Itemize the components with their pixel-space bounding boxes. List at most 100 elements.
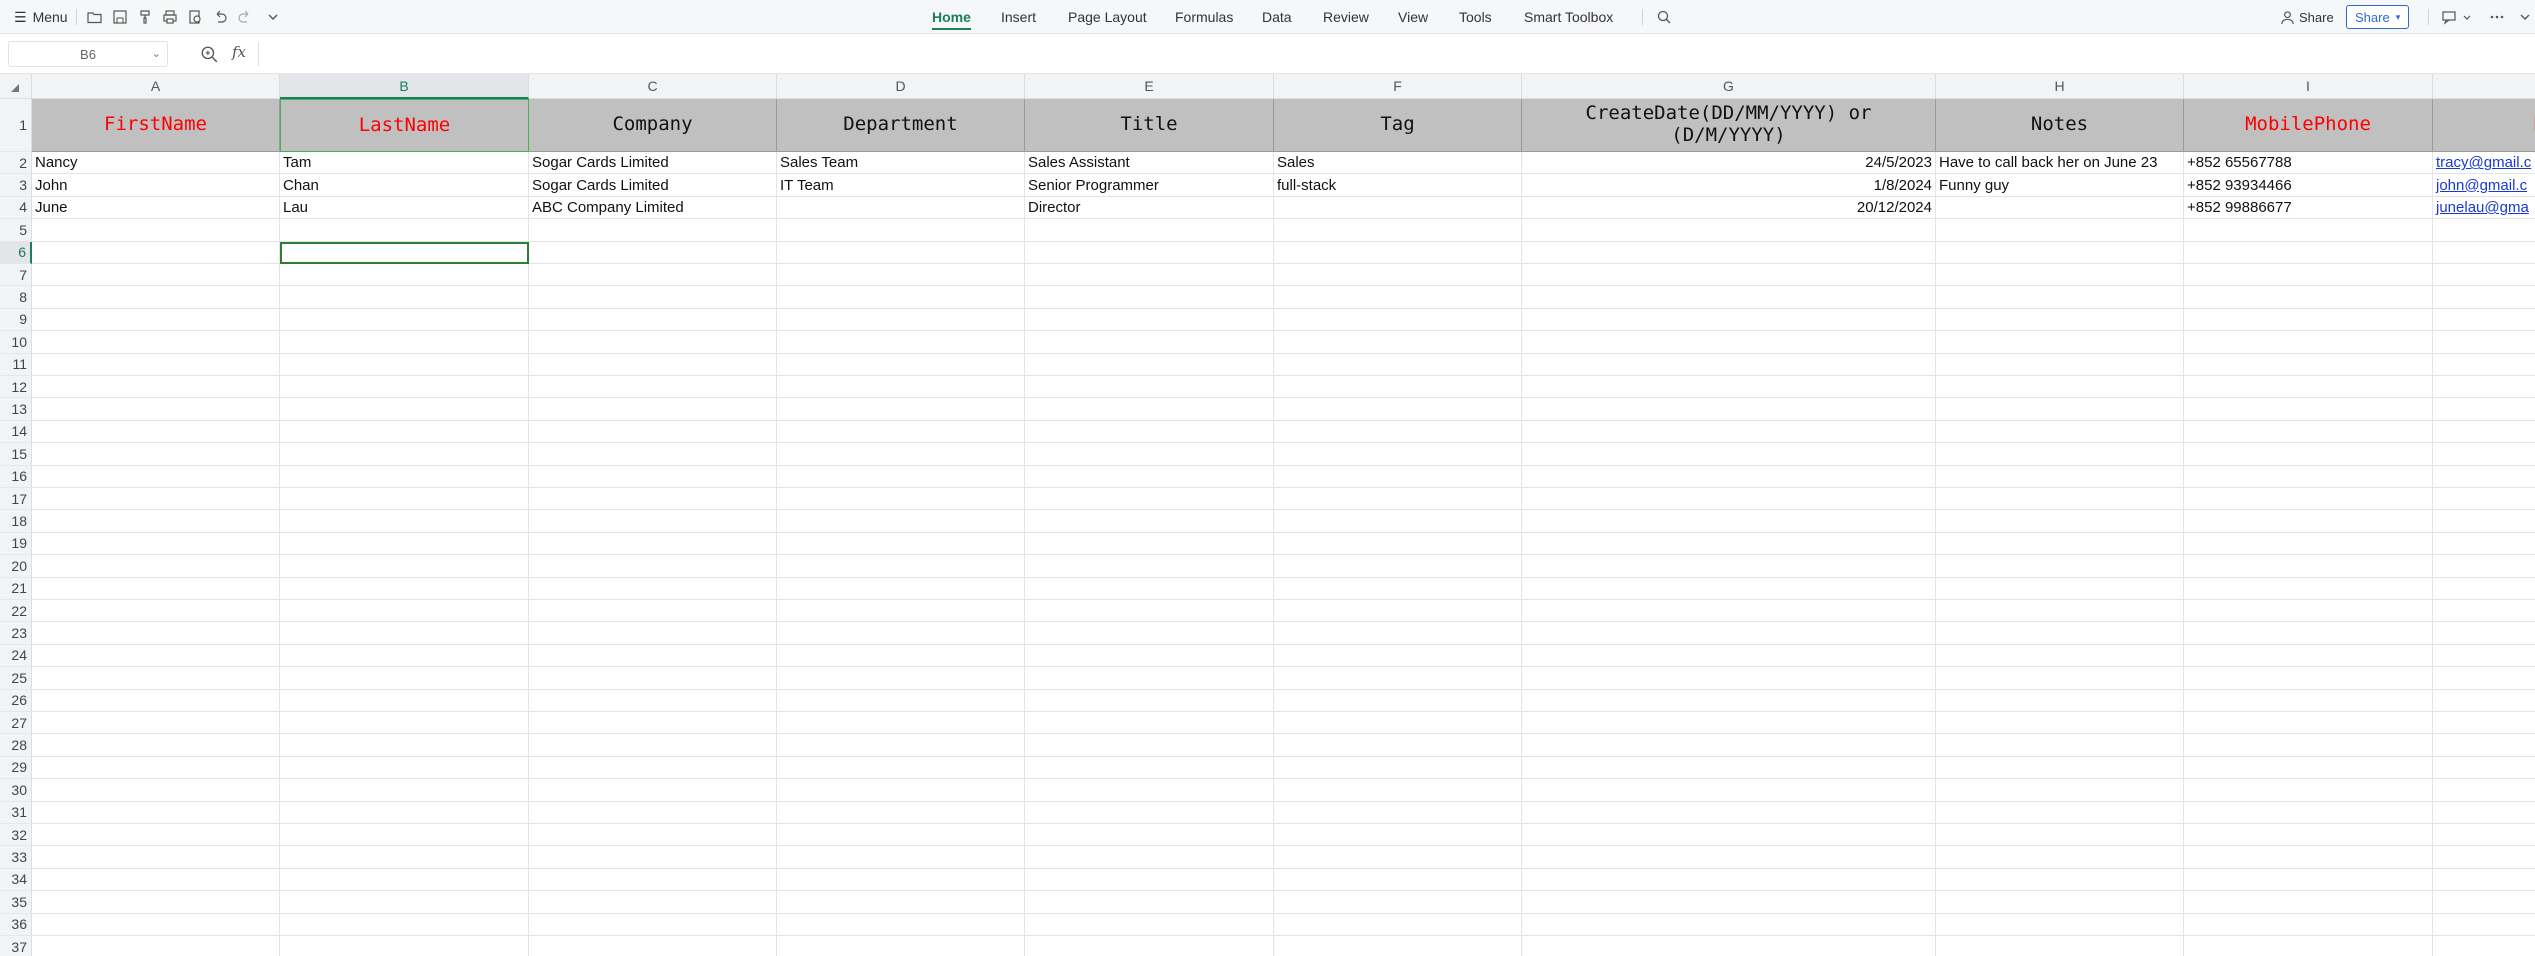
- undo-icon[interactable]: [211, 8, 229, 26]
- header-cell[interactable]: MobilePhone: [2184, 99, 2433, 152]
- empty-cell[interactable]: [1274, 488, 1522, 511]
- empty-cell[interactable]: [777, 779, 1025, 802]
- empty-cell[interactable]: [1025, 734, 1274, 757]
- data-cell[interactable]: Director: [1025, 196, 1274, 220]
- empty-cell[interactable]: [1936, 555, 2184, 578]
- empty-cell[interactable]: [1274, 644, 1522, 668]
- empty-cell[interactable]: [1025, 622, 1274, 645]
- empty-cell[interactable]: [32, 824, 280, 847]
- row-header-22[interactable]: 22: [0, 600, 32, 623]
- empty-cell[interactable]: [529, 286, 777, 309]
- empty-cell[interactable]: [2184, 488, 2433, 511]
- empty-cell[interactable]: [529, 689, 777, 712]
- empty-cell[interactable]: [1936, 219, 2184, 242]
- empty-cell[interactable]: [2433, 645, 2535, 668]
- empty-cell[interactable]: [1274, 846, 1522, 869]
- empty-cell[interactable]: [1522, 398, 1936, 421]
- empty-cell[interactable]: [1274, 779, 1522, 802]
- empty-cell[interactable]: [777, 308, 1025, 332]
- empty-cell[interactable]: [2433, 443, 2535, 466]
- empty-cell[interactable]: [1274, 756, 1522, 780]
- empty-cell[interactable]: [1936, 801, 2184, 824]
- empty-cell[interactable]: [1936, 756, 2184, 780]
- tab-insert[interactable]: Insert: [1001, 0, 1036, 34]
- empty-cell[interactable]: [777, 756, 1025, 780]
- empty-cell[interactable]: [1522, 465, 1936, 488]
- empty-cell[interactable]: [777, 577, 1025, 600]
- empty-cell[interactable]: [1025, 241, 1274, 264]
- row-header-29[interactable]: 29: [0, 756, 32, 780]
- empty-cell[interactable]: [777, 913, 1025, 936]
- empty-cell[interactable]: [777, 801, 1025, 824]
- empty-cell[interactable]: [2433, 600, 2535, 623]
- empty-cell[interactable]: [32, 331, 280, 354]
- empty-cell[interactable]: [1522, 712, 1936, 735]
- empty-cell[interactable]: [1274, 891, 1522, 914]
- empty-cell[interactable]: [2184, 891, 2433, 914]
- empty-cell[interactable]: [2433, 488, 2535, 511]
- empty-cell[interactable]: [32, 622, 280, 645]
- chevron-down-icon[interactable]: [2458, 8, 2476, 26]
- empty-cell[interactable]: [1274, 241, 1522, 264]
- empty-cell[interactable]: [280, 913, 529, 936]
- empty-cell[interactable]: [32, 756, 280, 780]
- empty-cell[interactable]: [529, 398, 777, 421]
- empty-cell[interactable]: [280, 600, 529, 623]
- empty-cell[interactable]: [1936, 286, 2184, 309]
- header-cell[interactable]: Company: [529, 99, 777, 152]
- empty-cell[interactable]: [777, 532, 1025, 556]
- empty-cell[interactable]: [2433, 846, 2535, 869]
- print-icon[interactable]: [161, 8, 179, 26]
- empty-cell[interactable]: [1025, 488, 1274, 511]
- empty-cell[interactable]: [280, 824, 529, 847]
- empty-cell[interactable]: [280, 868, 529, 892]
- empty-cell[interactable]: [1025, 891, 1274, 914]
- tab-review[interactable]: Review: [1323, 0, 1369, 34]
- empty-cell[interactable]: [529, 801, 777, 824]
- empty-cell[interactable]: [2184, 936, 2433, 956]
- empty-cell[interactable]: [280, 465, 529, 488]
- empty-cell[interactable]: [1274, 510, 1522, 533]
- row-header-2[interactable]: 2: [0, 152, 32, 175]
- empty-cell[interactable]: [529, 465, 777, 488]
- share-button[interactable]: Share ▾: [2346, 5, 2410, 29]
- empty-cell[interactable]: [529, 219, 777, 242]
- empty-cell[interactable]: [2184, 667, 2433, 690]
- data-cell[interactable]: Funny guy: [1936, 174, 2184, 197]
- empty-cell[interactable]: [280, 353, 529, 376]
- empty-cell[interactable]: [1936, 510, 2184, 533]
- empty-cell[interactable]: [529, 622, 777, 645]
- empty-cell[interactable]: [777, 420, 1025, 444]
- empty-cell[interactable]: [777, 241, 1025, 264]
- empty-cell[interactable]: [1274, 353, 1522, 376]
- save-icon[interactable]: [111, 8, 129, 26]
- empty-cell[interactable]: [1274, 420, 1522, 444]
- open-folder-icon[interactable]: [86, 8, 104, 26]
- empty-cell[interactable]: [2433, 242, 2535, 264]
- empty-cell[interactable]: [529, 891, 777, 914]
- empty-cell[interactable]: [529, 824, 777, 847]
- column-header-g[interactable]: G: [1522, 74, 1936, 99]
- empty-cell[interactable]: [1274, 465, 1522, 488]
- empty-cell[interactable]: [280, 510, 529, 533]
- empty-cell[interactable]: [32, 712, 280, 735]
- empty-cell[interactable]: [1936, 577, 2184, 600]
- row-header-17[interactable]: 17: [0, 488, 32, 511]
- empty-cell[interactable]: [1936, 644, 2184, 668]
- empty-cell[interactable]: [32, 891, 280, 914]
- empty-cell[interactable]: [1274, 264, 1522, 287]
- empty-cell[interactable]: [1025, 398, 1274, 421]
- empty-cell[interactable]: [777, 331, 1025, 354]
- empty-cell[interactable]: [2184, 376, 2433, 399]
- empty-cell[interactable]: [280, 308, 529, 332]
- empty-cell[interactable]: [32, 644, 280, 668]
- empty-cell[interactable]: [529, 264, 777, 287]
- empty-cell[interactable]: [777, 353, 1025, 376]
- empty-cell[interactable]: [2433, 578, 2535, 600]
- empty-cell[interactable]: [2433, 354, 2535, 376]
- empty-cell[interactable]: [1522, 555, 1936, 578]
- empty-cell[interactable]: [1025, 913, 1274, 936]
- empty-cell[interactable]: [1522, 286, 1936, 309]
- row-header-32[interactable]: 32: [0, 824, 32, 847]
- select-all-corner[interactable]: [0, 74, 32, 99]
